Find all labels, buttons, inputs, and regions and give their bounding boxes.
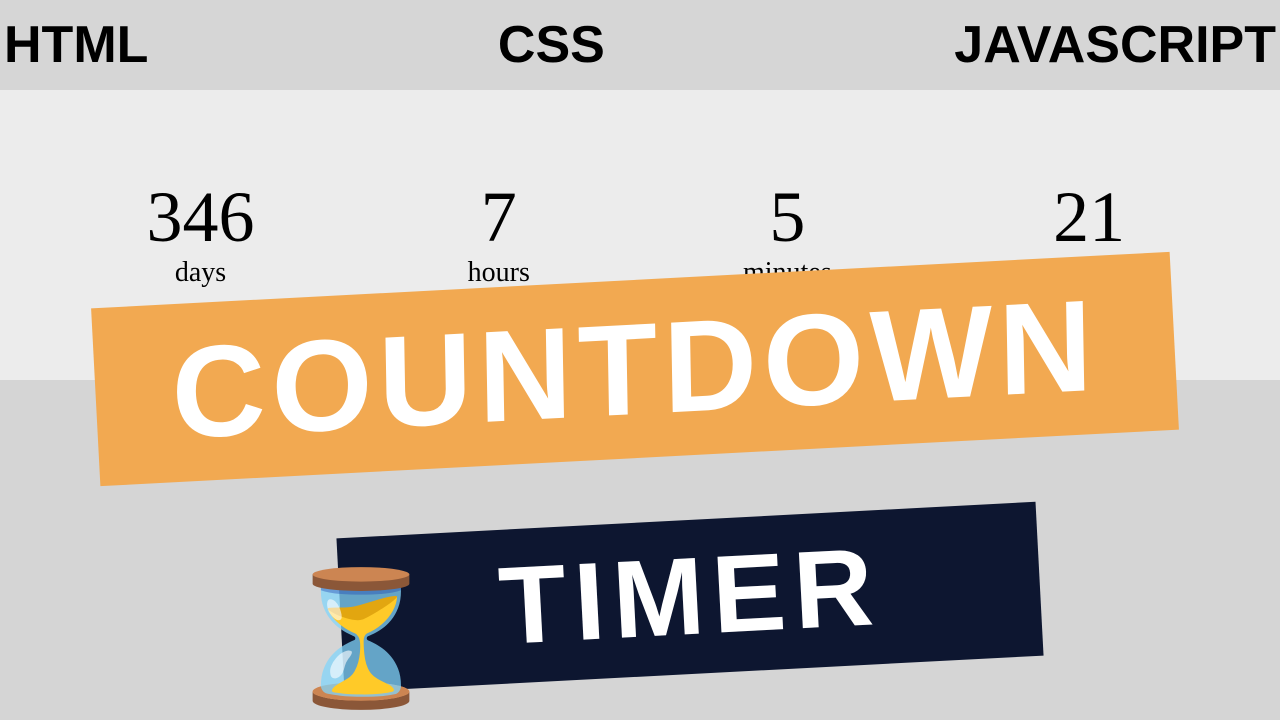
header-bar: HTML CSS JAVASCRIPT [0,0,1280,90]
seconds-value: 21 [1053,181,1125,253]
header-tech-css: CSS [498,15,605,75]
days-label: days [175,257,226,289]
hourglass-icon: ⏳ [280,575,442,705]
header-tech-html: HTML [4,15,148,75]
hours-value: 7 [481,181,517,253]
header-tech-js: JAVASCRIPT [954,15,1276,75]
title-line1: COUNTDOWN [143,278,1128,460]
hours-label: hours [468,257,530,289]
subtitle-block: TIMER [336,502,1043,692]
countdown-days: 346 days [147,181,255,289]
minutes-value: 5 [769,181,805,253]
title-line2: TIMER [386,526,995,667]
days-value: 346 [147,181,255,253]
countdown-hours: 7 hours [468,181,530,289]
